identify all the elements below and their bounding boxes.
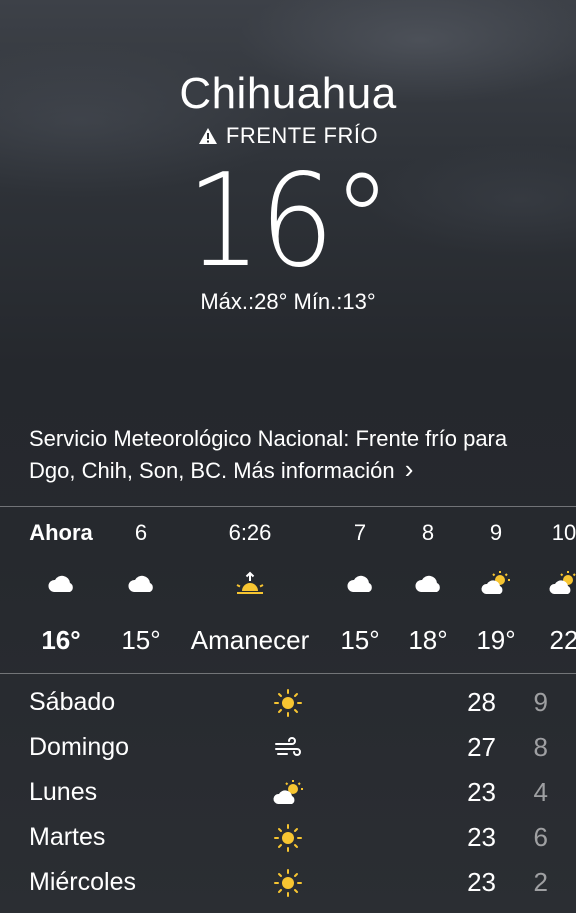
day-high: 23 — [467, 822, 496, 852]
cloud-icon — [125, 570, 157, 598]
day-low: 8 — [533, 732, 548, 762]
day-name: Martes — [29, 823, 106, 851]
partly-sunny-icon — [480, 570, 512, 598]
day-low: 4 — [533, 777, 548, 807]
partly-sunny-icon — [548, 570, 576, 598]
day-row: Martes 23 6 — [0, 815, 576, 859]
day-row: Domingo 27 8 — [0, 725, 576, 769]
city-name: Chihuahua — [179, 69, 397, 118]
day-name: Sábado — [29, 688, 116, 716]
hour-time: 10 — [551, 520, 576, 545]
sun-icon — [272, 868, 304, 898]
divider-bottom — [0, 673, 576, 674]
day-low: 9 — [533, 687, 548, 717]
day-row: Sábado 28 9 — [0, 680, 576, 724]
chevron-right-icon: › — [404, 454, 414, 484]
day-low: 2 — [533, 867, 548, 897]
sun-icon — [272, 688, 304, 718]
hour-value: Amanecer — [190, 625, 310, 655]
sun-icon — [272, 823, 304, 853]
location-header: Chihuahua FRENTE FRÍO — [0, 68, 576, 150]
current-temperature: 16° — [186, 147, 391, 296]
hourly-forecast[interactable]: Ahora 16° 6 15° 6:26 Amanecer 7 15° 8 18… — [0, 508, 576, 673]
notice-text: Servicio Meteorológico Nacional: Frente … — [29, 426, 508, 483]
day-name: Domingo — [29, 733, 130, 761]
high-low-temperature: Máx.:28° Mín.:13° — [200, 289, 376, 314]
day-high: 28 — [467, 687, 496, 717]
warning-icon — [198, 127, 218, 145]
weather-notice[interactable]: Servicio Meteorológico Nacional: Frente … — [29, 424, 559, 486]
day-name: Lunes — [29, 778, 98, 806]
day-row: Miércoles 23 2 — [0, 860, 576, 904]
hour-time: 6:26 — [228, 520, 272, 545]
day-low: 6 — [533, 822, 548, 852]
hour-value: 22 — [549, 625, 576, 655]
hour-time: 6 — [134, 520, 148, 545]
partly-sunny-icon — [272, 778, 304, 808]
cloud-icon — [45, 570, 77, 598]
day-high: 27 — [467, 732, 496, 762]
alert-label: FRENTE FRÍO — [225, 123, 379, 148]
sunrise-icon — [234, 570, 266, 598]
wind-icon — [272, 733, 304, 763]
day-high: 23 — [467, 777, 496, 807]
day-name: Miércoles — [29, 868, 136, 896]
hour-value: 15° — [121, 625, 161, 655]
divider-top — [0, 506, 576, 507]
cloud-icon — [344, 570, 376, 598]
weather-alert[interactable]: FRENTE FRÍO — [0, 122, 576, 150]
day-high: 23 — [467, 867, 496, 897]
cloud-icon — [412, 570, 444, 598]
day-row: Lunes 23 4 — [0, 770, 576, 814]
